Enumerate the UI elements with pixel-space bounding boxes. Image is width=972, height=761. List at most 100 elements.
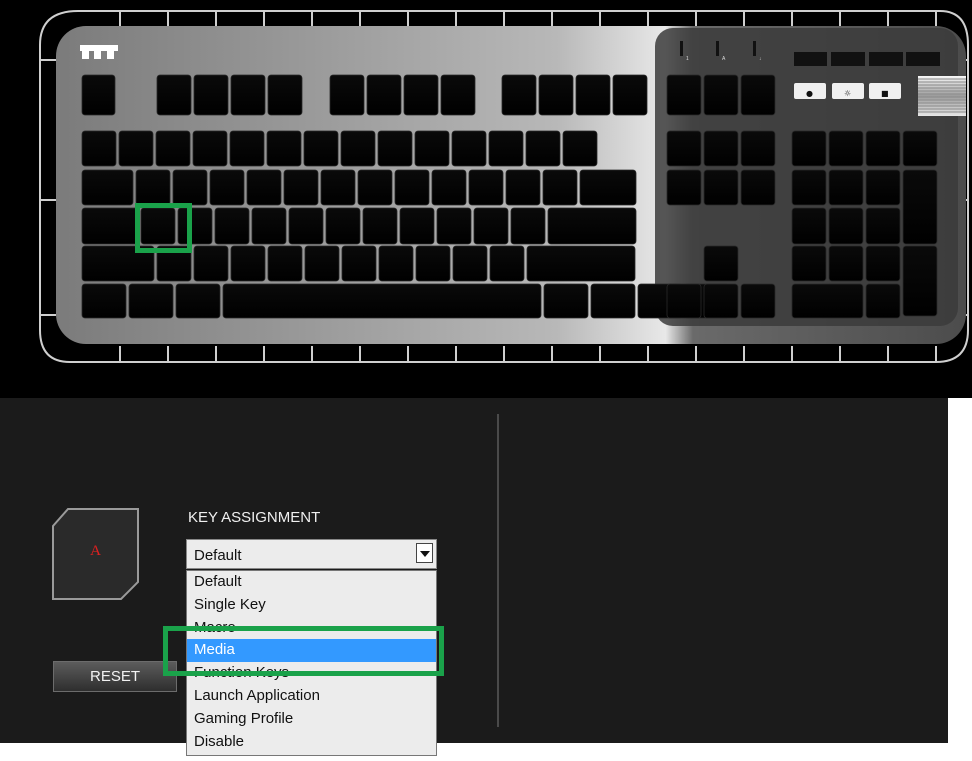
keyboard-key[interactable] [403,74,439,116]
keyboard-key[interactable] [703,169,739,206]
keyboard-key[interactable] [81,283,127,319]
keyboard-key[interactable] [666,130,702,167]
keyboard-key[interactable] [320,169,356,206]
keyboard-key[interactable] [440,74,476,116]
key-assignment-select[interactable]: Default [186,539,437,569]
keyboard-key[interactable] [81,169,134,206]
keyboard-key[interactable] [193,74,229,116]
keyboard-key[interactable] [666,74,702,116]
dropdown-option-disable[interactable]: Disable [187,731,436,754]
dropdown-option-launch-application[interactable]: Launch Application [187,685,436,708]
keyboard-key[interactable] [703,245,739,282]
keyboard-key[interactable] [791,169,827,206]
reset-button[interactable]: RESET [53,661,177,692]
keyboard-key[interactable] [828,207,864,245]
keyboard-key[interactable] [341,245,377,282]
keyboard-key[interactable] [192,130,228,167]
keyboard-key[interactable] [283,169,319,206]
keyboard-key[interactable] [525,130,561,167]
chevron-down-icon[interactable] [416,543,433,563]
keyboard-key[interactable] [703,74,739,116]
keyboard-key[interactable] [251,207,287,245]
keyboard-key[interactable] [81,130,117,167]
keyboard-key[interactable] [193,245,229,282]
keyboard-key[interactable] [340,130,376,167]
keyboard-key[interactable] [175,283,221,319]
keyboard-key[interactable] [451,130,487,167]
keyboard-key[interactable] [399,207,435,245]
keyboard-key[interactable] [378,245,414,282]
keyboard-key[interactable] [791,130,827,167]
keyboard-key[interactable] [415,245,451,282]
keyboard-key[interactable] [703,130,739,167]
keyboard-key[interactable] [865,207,901,245]
keyboard-key[interactable] [510,207,546,245]
keyboard-key[interactable] [304,245,340,282]
keyboard-key[interactable] [526,245,636,282]
keyboard-key[interactable] [267,245,303,282]
keyboard-key[interactable] [562,130,598,167]
keyboard-key[interactable] [118,130,154,167]
keyboard-key[interactable] [902,245,938,317]
keyboard-key[interactable] [740,283,776,319]
keyboard-key[interactable] [740,74,776,116]
keyboard-key[interactable] [703,283,739,319]
keyboard-key[interactable] [267,74,303,116]
keyboard-key[interactable] [902,130,938,167]
keyboard-key[interactable] [303,130,339,167]
keyboard-key[interactable] [488,130,524,167]
keyboard-key[interactable] [828,245,864,282]
keyboard-key[interactable] [156,74,192,116]
keyboard-key[interactable] [81,74,116,116]
keyboard-key[interactable] [230,74,266,116]
keyboard-key[interactable] [357,169,393,206]
keyboard-key[interactable] [542,169,578,206]
keyboard-key[interactable] [266,130,302,167]
keyboard-key[interactable] [468,169,504,206]
keyboard-key[interactable] [828,130,864,167]
keyboard-key[interactable] [436,207,472,245]
keyboard-key[interactable] [452,245,488,282]
keyboard-key[interactable] [666,283,702,319]
keyboard-key[interactable] [362,207,398,245]
keyboard-key[interactable] [366,74,402,116]
keyboard-key[interactable] [473,207,509,245]
keyboard-key[interactable] [230,245,266,282]
keyboard-key[interactable] [489,245,525,282]
keyboard-key[interactable] [740,169,776,206]
keyboard-key[interactable] [155,130,191,167]
keyboard-key[interactable] [214,207,250,245]
keyboard-key[interactable] [543,283,589,319]
keyboard-key[interactable] [128,283,174,319]
keyboard-key[interactable] [229,130,265,167]
keyboard-key[interactable] [828,169,864,206]
keyboard-key[interactable] [222,283,542,319]
dropdown-option-default[interactable]: Default [187,571,436,594]
keyboard-key[interactable] [791,283,864,319]
keyboard-key[interactable] [791,245,827,282]
keyboard-key[interactable] [246,169,282,206]
keyboard-key[interactable] [865,283,901,319]
keyboard-key[interactable] [288,207,324,245]
keyboard-key[interactable] [329,74,365,116]
keyboard-key[interactable] [590,283,636,319]
keyboard-key[interactable] [172,169,208,206]
keyboard-key[interactable] [579,169,637,206]
keyboard-key[interactable] [547,207,637,245]
dropdown-option-single-key[interactable]: Single Key [187,594,436,617]
keyboard-key[interactable] [865,169,901,206]
keyboard-key[interactable] [501,74,537,116]
keyboard-key[interactable] [505,169,541,206]
keyboard-key[interactable] [791,207,827,245]
keyboard-key[interactable] [209,169,245,206]
keyboard-key[interactable] [81,207,139,245]
keyboard-key[interactable] [394,169,430,206]
keyboard-key[interactable] [538,74,574,116]
keyboard-key[interactable] [666,169,702,206]
keyboard-key[interactable] [414,130,450,167]
keyboard-key[interactable] [902,169,938,245]
keyboard-key[interactable] [865,130,901,167]
keyboard-key[interactable] [740,130,776,167]
keyboard-key[interactable] [325,207,361,245]
keyboard-key[interactable] [135,169,171,206]
